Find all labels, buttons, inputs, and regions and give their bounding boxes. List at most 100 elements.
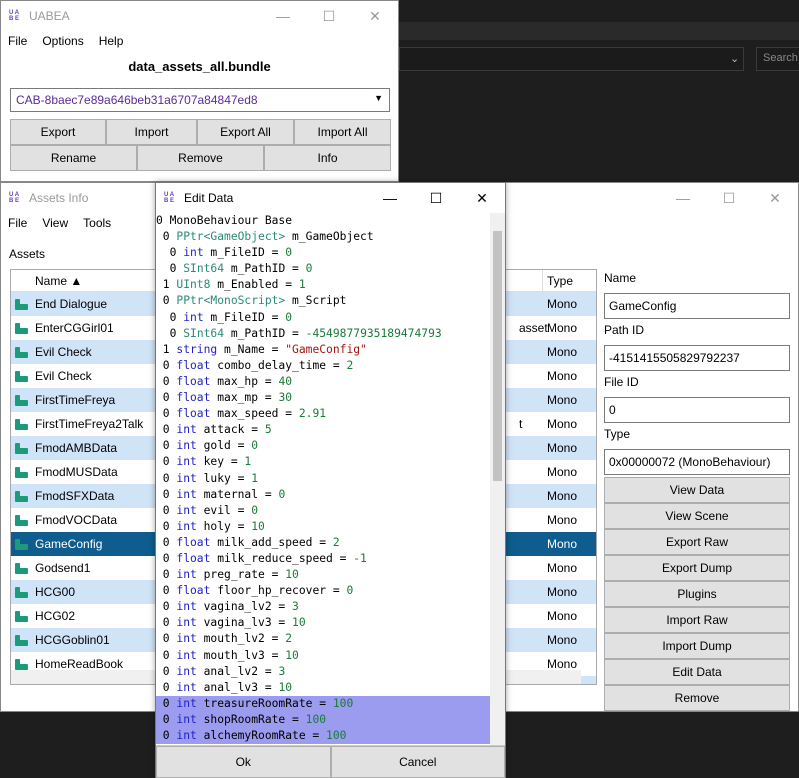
minimize-icon[interactable]: — [660, 183, 706, 213]
row-type: Mono [547, 537, 578, 551]
code-line: 0 float max_hp = 40 [156, 374, 293, 388]
uabea-titlebar: U AB E UABEA — ☐ ✕ [1, 1, 398, 31]
row-type: Mono [547, 345, 578, 359]
code-line: 0 float milk_reduce_speed = -1 [156, 551, 367, 565]
row-type: Mono [547, 585, 578, 599]
sort-asc-icon: ▲ [70, 274, 83, 288]
code-line: 0 int preg_rate = 10 [156, 568, 299, 582]
code-line: 0 int evil = 0 [156, 503, 259, 517]
row-type: Mono [547, 393, 578, 407]
assets-label: Assets [9, 247, 46, 261]
import-button[interactable]: Import [106, 119, 197, 145]
view-scene-button[interactable]: View Scene [604, 503, 790, 529]
maximize-icon[interactable]: ☐ [306, 1, 352, 31]
maximize-icon[interactable]: ☐ [413, 183, 459, 213]
background-address-bar[interactable] [399, 47, 744, 71]
row-type: Mono [547, 561, 578, 575]
close-icon[interactable]: ✕ [752, 183, 798, 213]
code-line: 1 string m_Name = "GameConfig" [156, 342, 367, 356]
monobehaviour-icon [15, 322, 28, 335]
file-id-field[interactable]: 0 [604, 397, 790, 423]
code-line: 0 float floor_hp_recover = 0 [156, 584, 354, 598]
code-line: 0 float milk_add_speed = 2 [156, 535, 340, 549]
edit-app-icon: U AB E [164, 191, 175, 204]
edit-footer: Ok Cancel [156, 745, 505, 778]
row-ext: asset [519, 321, 548, 335]
info-button[interactable]: Info [264, 145, 391, 171]
code-line: 0 SInt64 m_PathID = -4549877935189474793 [156, 326, 442, 340]
monobehaviour-icon [15, 586, 28, 599]
export-all-button[interactable]: Export All [197, 119, 294, 145]
import-all-button[interactable]: Import All [294, 119, 391, 145]
uabea-menubar: File Options Help [1, 31, 398, 51]
monobehaviour-icon [15, 634, 28, 647]
export-dump-button[interactable]: Export Dump [604, 555, 790, 581]
row-type: Mono [547, 417, 578, 431]
uabea-title: UABEA [29, 9, 70, 23]
rename-button[interactable]: Rename [10, 145, 137, 171]
import-raw-button[interactable]: Import Raw [604, 607, 790, 633]
row-type: Mono [547, 489, 578, 503]
assets-app-icon: U AB E [9, 191, 20, 204]
minimize-icon[interactable]: — [367, 183, 413, 213]
code-line: 1 UInt8 m_Enabled = 1 [156, 278, 306, 292]
menu-view[interactable]: View [35, 216, 76, 230]
menu-help[interactable]: Help [92, 34, 132, 48]
maximize-icon[interactable]: ☐ [706, 183, 752, 213]
row-type: Mono [547, 465, 578, 479]
plugins-button[interactable]: Plugins [604, 581, 790, 607]
minimize-icon[interactable]: — [260, 1, 306, 31]
background-search-input[interactable]: Search [756, 47, 799, 71]
code-line: 0 int maternal = 0 [156, 487, 286, 501]
code-line: 0 int m_FileID = 0 [156, 310, 293, 324]
monobehaviour-icon [15, 538, 28, 551]
edit-data-button[interactable]: Edit Data [604, 659, 790, 685]
type-field[interactable]: 0x00000072 (MonoBehaviour) [604, 449, 790, 475]
cancel-button[interactable]: Cancel [330, 746, 505, 778]
file-select-value: CAB-8baec7e89a646beb31a6707a84847ed8 [16, 93, 258, 107]
scrollbar-thumb[interactable] [493, 231, 502, 481]
path-id-label: Path ID [604, 323, 645, 337]
monobehaviour-icon [15, 298, 28, 311]
ok-button[interactable]: Ok [156, 746, 331, 778]
monobehaviour-icon [15, 346, 28, 359]
view-data-button[interactable]: View Data [604, 477, 790, 503]
edit-titlebar: U AB E Edit Data — ☐ ✕ [156, 183, 505, 213]
code-line: 0 int mouth_lv2 = 2 [156, 632, 293, 646]
code-line-selected: 0 int alchemyRoomRate = 100 [156, 728, 491, 745]
code-line: 0 float max_speed = 2.91 [156, 407, 327, 421]
code-line: 0 int vagina_lv2 = 3 [156, 600, 299, 614]
remove-button[interactable]: Remove [137, 145, 264, 171]
chevron-down-icon[interactable]: ⌄ [730, 52, 739, 65]
file-select[interactable]: CAB-8baec7e89a646beb31a6707a84847ed8 ▼ [10, 88, 390, 112]
code-line: 0 int holy = 10 [156, 519, 265, 533]
row-type: Mono [547, 609, 578, 623]
monobehaviour-icon [15, 610, 28, 623]
export-button[interactable]: Export [10, 119, 106, 145]
monobehaviour-icon [15, 658, 28, 671]
column-type-header[interactable]: Type [543, 270, 573, 291]
edit-data-window: U AB E Edit Data — ☐ ✕ 0 MonoBehaviour B… [155, 182, 506, 778]
code-line: 0 PPtr<MonoScript> m_Script [156, 294, 347, 308]
type-label: Type [604, 427, 631, 441]
remove-asset-button[interactable]: Remove [604, 685, 790, 711]
row-type: Mono [547, 513, 578, 527]
row-type: Mono [547, 441, 578, 455]
menu-file[interactable]: File [1, 34, 35, 48]
editor-vertical-scrollbar[interactable] [490, 213, 505, 747]
menu-options[interactable]: Options [35, 34, 91, 48]
close-icon[interactable]: ✕ [352, 1, 398, 31]
export-raw-button[interactable]: Export Raw [604, 529, 790, 555]
column-name-label: Name [35, 274, 68, 288]
data-editor[interactable]: 0 MonoBehaviour Base 0 PPtr<GameObject> … [156, 213, 491, 747]
close-icon[interactable]: ✕ [459, 183, 505, 213]
name-field[interactable]: GameConfig [604, 293, 790, 319]
background-toolbar [399, 22, 799, 40]
code-line: 0 int attack = 5 [156, 423, 272, 437]
import-dump-button[interactable]: Import Dump [604, 633, 790, 659]
menu-tools[interactable]: Tools [76, 216, 119, 230]
path-id-field[interactable]: -4151415505829792237 [604, 345, 790, 371]
code-line: 0 MonoBehaviour Base [156, 214, 293, 227]
asset-details-panel: Name GameConfig Path ID -415141550582979… [604, 269, 790, 711]
menu-file[interactable]: File [1, 216, 35, 230]
